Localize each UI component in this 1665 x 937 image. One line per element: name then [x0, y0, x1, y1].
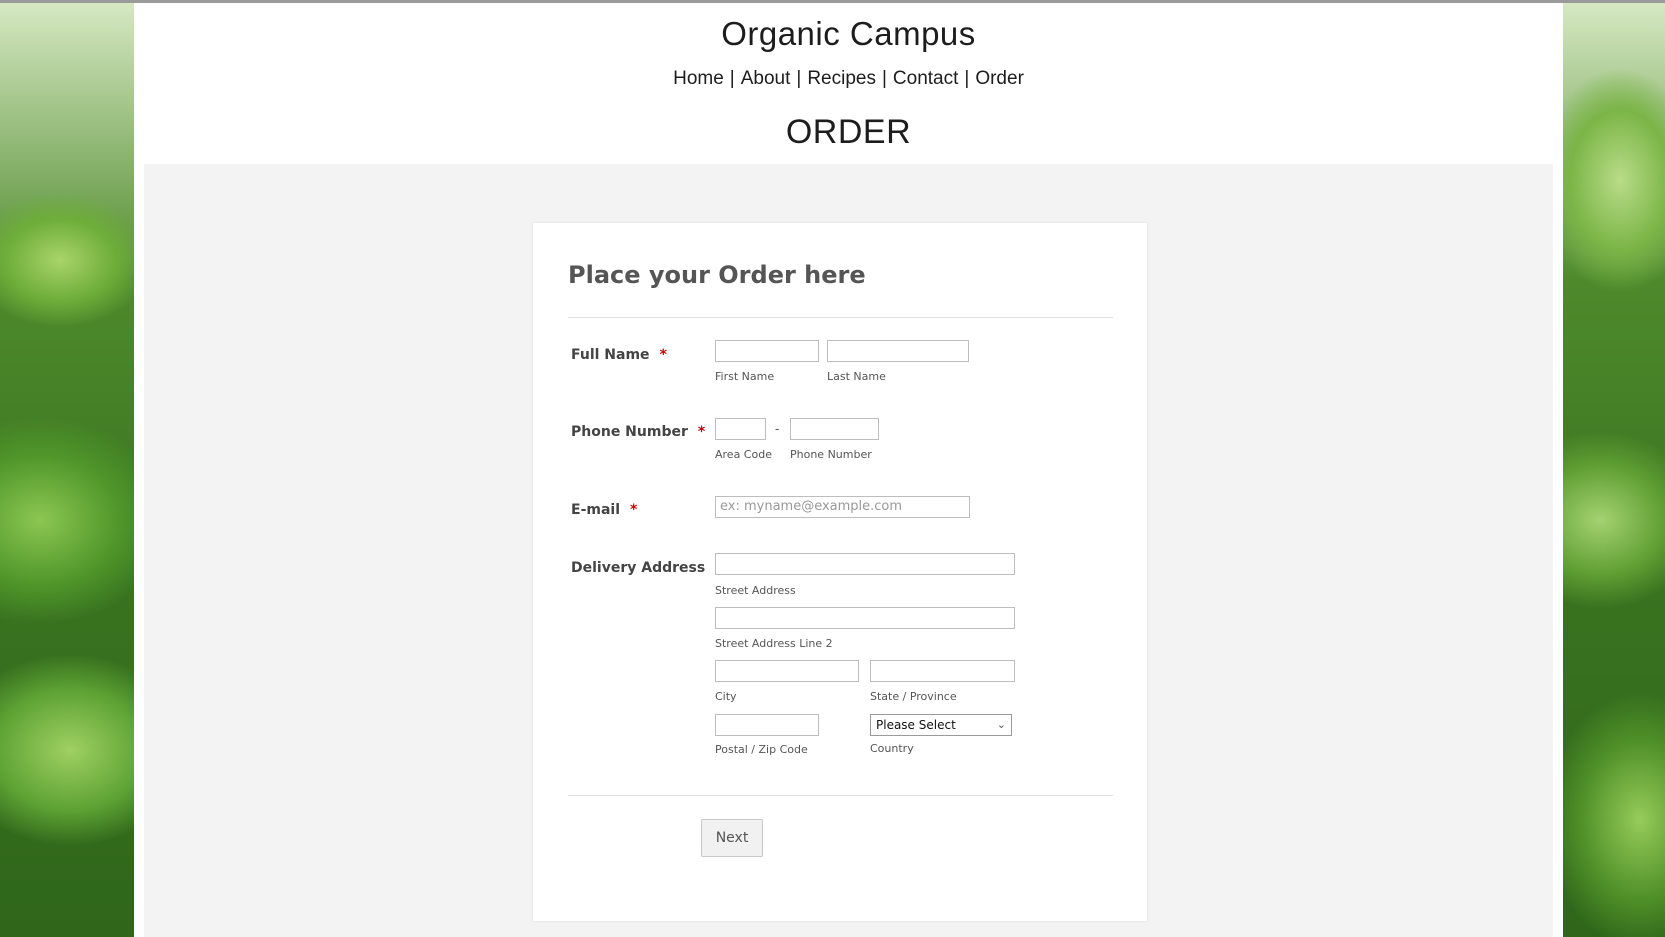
street-address-sublabel: Street Address [715, 584, 796, 597]
nav-separator: | [964, 68, 970, 89]
nav-separator: | [796, 68, 802, 89]
full-name-label: Full Name * [571, 347, 667, 363]
site-title: Organic Campus [721, 15, 976, 52]
required-mark: * [659, 347, 667, 363]
postal-code-input[interactable] [715, 714, 819, 736]
email-label-text: E-mail [571, 502, 621, 518]
email-label: E-mail * [571, 502, 637, 518]
city-sublabel: City [715, 690, 737, 703]
nav-separator: | [881, 68, 887, 89]
page-container: Organic Campus Home | About | Recipes | Contac… [134, 3, 1563, 937]
last-name-sublabel: Last Name [827, 370, 886, 383]
chevron-down-icon: ⌄ [996, 718, 1006, 731]
nav-order[interactable]: Order [975, 68, 1024, 89]
street-address-2-sublabel: Street Address Line 2 [715, 637, 833, 650]
required-mark: * [630, 502, 638, 518]
first-name-input[interactable] [715, 340, 819, 362]
phone-number-input[interactable] [790, 418, 879, 440]
state-province-input[interactable] [870, 660, 1015, 682]
nav-home[interactable]: Home [673, 68, 724, 89]
delivery-address-label: Delivery Address* [571, 560, 723, 576]
next-button[interactable]: Next [701, 819, 763, 857]
order-form-card: Place your Order here Full Name * First N… [533, 223, 1147, 921]
main-nav: Home | About | Recipes | Contact | Order [134, 68, 1563, 90]
postal-code-sublabel: Postal / Zip Code [715, 743, 808, 756]
phone-number-sublabel: Phone Number [790, 448, 872, 461]
phone-label: Phone Number * [571, 424, 705, 440]
last-name-input[interactable] [827, 340, 969, 362]
nav-separator: | [729, 68, 735, 89]
form-section: Place your Order here Full Name * First N… [144, 164, 1553, 937]
divider [568, 795, 1113, 796]
form-title: Place your Order here [568, 261, 866, 289]
nav-about[interactable]: About [741, 68, 791, 89]
phone-label-text: Phone Number [571, 424, 688, 440]
required-mark: * [697, 424, 706, 440]
country-select-value: Please Select [876, 718, 956, 732]
city-input[interactable] [715, 660, 859, 682]
country-sublabel: Country [870, 742, 914, 755]
country-select[interactable]: Please Select ⌄ [870, 714, 1012, 736]
email-input[interactable]: ex: myname@example.com [715, 496, 970, 518]
state-province-sublabel: State / Province [870, 690, 957, 703]
street-address-input[interactable] [715, 553, 1015, 575]
full-name-label-text: Full Name [571, 347, 650, 363]
street-address-2-input[interactable] [715, 607, 1015, 629]
area-code-input[interactable] [715, 418, 766, 440]
divider [568, 317, 1113, 318]
area-code-sublabel: Area Code [715, 448, 772, 461]
first-name-sublabel: First Name [715, 370, 775, 383]
nav-contact[interactable]: Contact [893, 68, 958, 89]
delivery-address-label-text: Delivery Address [571, 560, 706, 576]
page-heading: ORDER [785, 113, 912, 151]
nav-recipes[interactable]: Recipes [807, 68, 876, 89]
phone-dash: - [775, 421, 780, 436]
